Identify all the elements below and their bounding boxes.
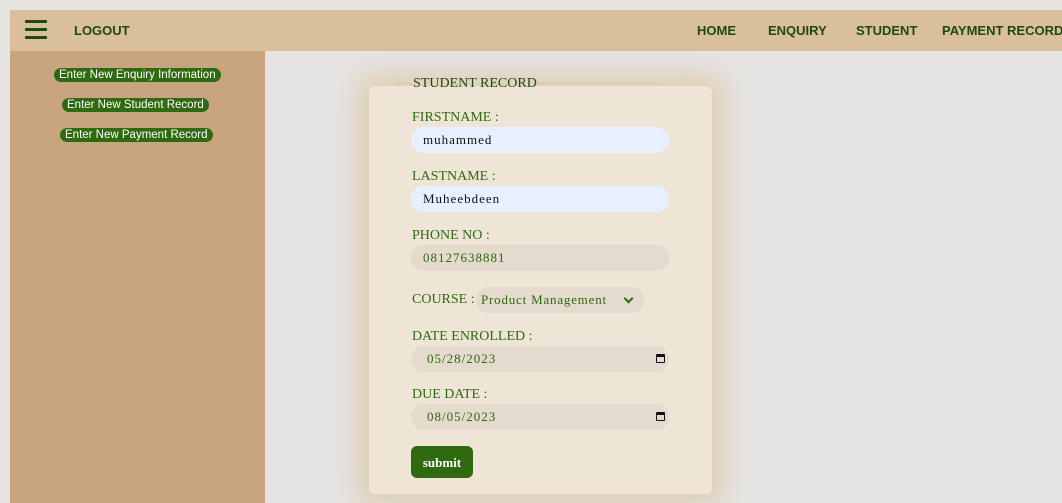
lastname-label: LASTNAME : [412,169,496,184]
top-navigation-bar: LOGOUT HOME ENQUIRY STUDENT PAYMENT RECO… [10,10,1062,51]
fieldset-border [537,83,657,84]
hamburger-line [25,28,47,31]
due-date-input[interactable]: 08/05/2023 [411,404,669,430]
nav-payment-record[interactable]: PAYMENT RECORD [942,23,1062,39]
nav-student[interactable]: STUDENT [856,23,917,39]
nav-enquiry[interactable]: ENQUIRY [768,23,827,39]
lastname-input[interactable]: Muheebdeen [411,186,669,212]
logout-link[interactable]: LOGOUT [74,23,130,39]
sidebar-item-new-payment[interactable]: Enter New Payment Record [60,128,213,142]
sidebar-item-new-student[interactable]: Enter New Student Record [62,98,209,112]
due-date-label: DUE DATE : [412,387,488,402]
nav-home[interactable]: HOME [697,23,736,39]
submit-button[interactable]: submit [411,446,473,478]
chevron-down-icon [623,293,634,304]
sidebar-item-new-enquiry[interactable]: Enter New Enquiry Information [54,68,221,82]
firstname-input[interactable]: muhammed [411,127,669,153]
hamburger-line [25,36,47,39]
form-legend: STUDENT RECORD [413,76,537,91]
date-enrolled-input[interactable]: 05/28/2023 [411,346,669,372]
calendar-icon[interactable] [656,354,665,363]
due-date-value: 08/05/2023 [427,409,497,424]
calendar-icon[interactable] [656,412,665,421]
course-select[interactable]: Product Management [476,287,644,313]
course-label: COURSE : [412,292,475,307]
hamburger-line [25,20,47,23]
hamburger-menu-icon[interactable] [25,20,47,39]
course-selected-value: Product Management [481,292,607,307]
firstname-label: FIRSTNAME : [412,110,499,125]
fieldset-border [398,83,412,84]
date-enrolled-value: 05/28/2023 [427,351,497,366]
sidebar: Enter New Enquiry Information Enter New … [10,51,265,503]
phone-input[interactable]: 08127638881 [411,245,669,271]
phone-label: PHONE NO : [412,228,490,243]
date-enrolled-label: DATE ENROLLED : [412,329,533,344]
